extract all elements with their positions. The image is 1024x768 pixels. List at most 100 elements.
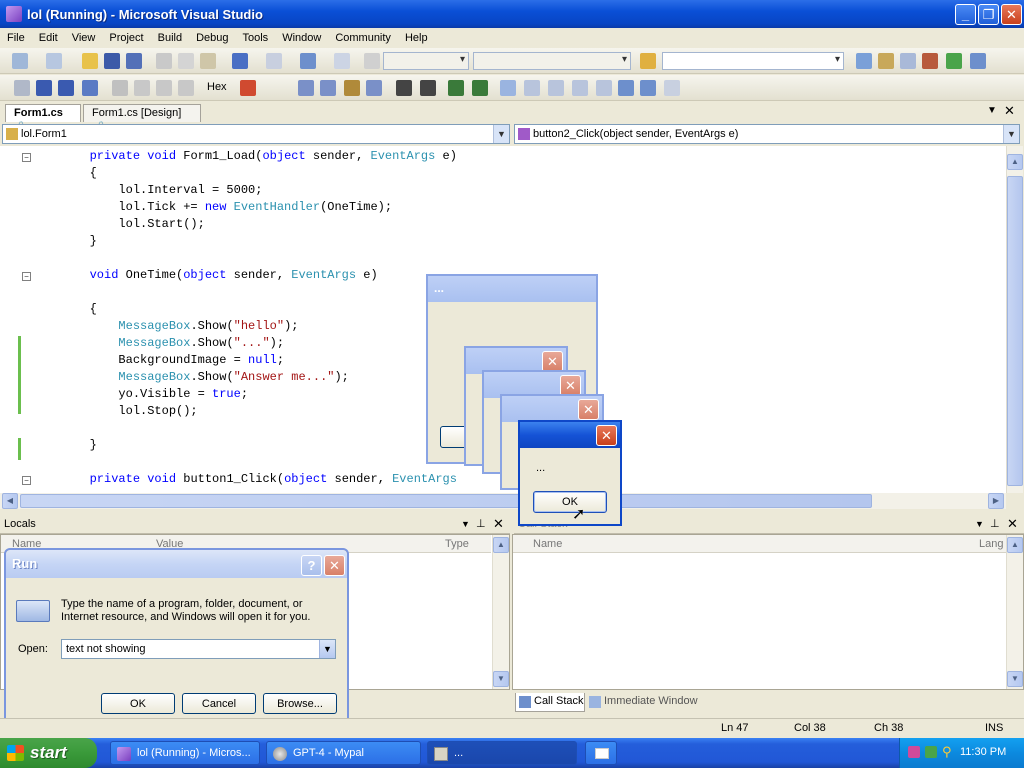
scroll-right-icon[interactable]: ▶ [988, 493, 1004, 509]
comment-lines-icon[interactable] [448, 80, 464, 96]
menu-edit[interactable]: Edit [32, 32, 65, 44]
menu-file[interactable]: File [0, 32, 32, 44]
restart-icon[interactable] [82, 80, 98, 96]
word-wrap-icon[interactable] [366, 80, 382, 96]
start-button[interactable]: start [0, 738, 97, 768]
outline-collapse-icon[interactable]: − [22, 153, 31, 162]
save-icon[interactable] [104, 53, 120, 69]
solution-explorer-icon[interactable] [856, 53, 872, 69]
next-bookmark-doc-icon[interactable] [640, 80, 656, 96]
close-icon[interactable]: ✕ [493, 516, 504, 532]
bookmark-icon[interactable] [344, 80, 360, 96]
continue-icon[interactable] [14, 80, 30, 96]
tray-network-icon[interactable] [925, 746, 937, 758]
find-combo[interactable] [662, 52, 844, 70]
prev-bookmark-folder-icon[interactable] [572, 80, 588, 96]
comment-icon[interactable] [298, 80, 314, 96]
uncomment-icon[interactable] [320, 80, 336, 96]
navigate-forward-icon[interactable] [334, 53, 350, 69]
menu-debug[interactable]: Debug [189, 32, 235, 44]
platform-combo[interactable] [473, 52, 631, 70]
close-button[interactable]: ✕ [324, 555, 345, 576]
increase-indent-icon[interactable] [420, 80, 436, 96]
configuration-combo[interactable] [383, 52, 469, 70]
object-browser-icon[interactable] [900, 53, 916, 69]
close-icon[interactable]: ✕ [560, 375, 581, 396]
tray-search-icon[interactable]: ⚲ [942, 744, 952, 760]
step-out-icon[interactable] [178, 80, 194, 96]
minimize-button[interactable]: _ [955, 4, 976, 25]
chevron-down-icon[interactable]: ▼ [461, 519, 470, 529]
task-mypal[interactable]: GPT-4 - Mypal [266, 741, 421, 765]
hscroll-thumb[interactable] [20, 494, 872, 508]
outline-collapse-icon[interactable]: − [22, 272, 31, 281]
copy-icon[interactable] [178, 53, 194, 69]
redo-icon[interactable] [266, 53, 282, 69]
run-ok-button[interactable]: OK [101, 693, 175, 714]
save-all-icon[interactable] [126, 53, 142, 69]
prev-bookmark-icon[interactable] [524, 80, 540, 96]
outline-collapse-icon[interactable]: − [22, 476, 31, 485]
task-message-box[interactable]: ... [427, 741, 577, 765]
add-item-icon[interactable] [46, 53, 62, 69]
task-blank[interactable] [585, 741, 617, 765]
scroll-up-icon[interactable]: ▲ [493, 537, 509, 553]
editor-horizontal-scrollbar[interactable]: ◀ ▶ [0, 493, 1006, 509]
scroll-up-icon[interactable]: ▲ [1007, 154, 1023, 170]
prev-bookmark-doc-icon[interactable] [618, 80, 634, 96]
hex-toggle-button[interactable]: Hex [207, 81, 227, 93]
breakpoints-icon[interactable] [240, 80, 256, 96]
step-into-icon[interactable] [134, 80, 150, 96]
next-bookmark-folder-icon[interactable] [596, 80, 612, 96]
tab-form1-cs[interactable]: Form1.cs🔒 [5, 104, 81, 130]
navigate-icon[interactable] [300, 53, 316, 69]
properties-icon[interactable] [878, 53, 894, 69]
tray-app-icon[interactable] [908, 746, 920, 758]
clear-bookmarks-icon[interactable] [664, 80, 680, 96]
close-icon[interactable]: ✕ [596, 425, 617, 446]
tab-call-stack[interactable]: Call Stack [515, 693, 585, 712]
decrease-indent-icon[interactable] [396, 80, 412, 96]
run-cancel-button[interactable]: Cancel [182, 693, 256, 714]
class-combo[interactable]: lol.Form1 ▼ [2, 124, 510, 144]
uncomment-lines-icon[interactable] [472, 80, 488, 96]
message-box-front[interactable]: ✕ ... OK ➚ [518, 420, 622, 526]
run-browse-button[interactable]: Browse... [263, 693, 337, 714]
scroll-up-icon[interactable]: ▲ [1007, 537, 1023, 553]
chevron-down-icon[interactable]: ▼ [975, 519, 984, 529]
tab-form1-design[interactable]: Form1.cs [Design]🔒 [83, 104, 201, 130]
maximize-button[interactable]: ❐ [978, 4, 999, 25]
find-in-files-icon[interactable] [640, 53, 656, 69]
close-icon[interactable]: ✕ [542, 351, 563, 372]
task-visual-studio[interactable]: lol (Running) - Micros... [110, 741, 260, 765]
menu-view[interactable]: View [65, 32, 103, 44]
start-page-icon[interactable] [946, 53, 962, 69]
scroll-down-icon[interactable]: ▼ [493, 671, 509, 687]
open-combo[interactable]: text not showing ▼ [61, 639, 336, 659]
callstack-pane[interactable] [512, 534, 1024, 690]
close-icon[interactable]: ✕ [578, 399, 599, 420]
undo-icon[interactable] [232, 53, 248, 69]
menu-build[interactable]: Build [151, 32, 189, 44]
open-folder-icon[interactable] [82, 53, 98, 69]
pin-icon[interactable]: ⊥ [990, 517, 1000, 530]
scroll-thumb[interactable] [1007, 176, 1023, 486]
new-project-icon[interactable] [12, 53, 28, 69]
title-bar[interactable]: lol (Running) - Microsoft Visual Studio … [0, 0, 1024, 28]
help-button[interactable]: ? [301, 555, 322, 576]
break-all-icon[interactable] [36, 80, 52, 96]
scroll-left-icon[interactable]: ◀ [2, 493, 18, 509]
next-bookmark-icon[interactable] [548, 80, 564, 96]
menu-community[interactable]: Community [328, 32, 398, 44]
tab-immediate-window[interactable]: Immediate Window [588, 693, 708, 712]
run-dialog[interactable]: Run ? ✕ Type the name of a program, fold… [4, 548, 349, 731]
start-debug-icon[interactable] [364, 53, 380, 69]
menu-project[interactable]: Project [102, 32, 150, 44]
paste-icon[interactable] [200, 53, 216, 69]
step-over-icon[interactable] [156, 80, 172, 96]
callstack-scrollbar[interactable]: ▲ ▼ [1006, 535, 1023, 689]
close-button[interactable]: ✕ [1001, 4, 1022, 25]
scroll-down-icon[interactable]: ▼ [1007, 671, 1023, 687]
menu-tools[interactable]: Tools [236, 32, 276, 44]
tab-list-chevron-icon[interactable]: ▼ [987, 105, 997, 116]
